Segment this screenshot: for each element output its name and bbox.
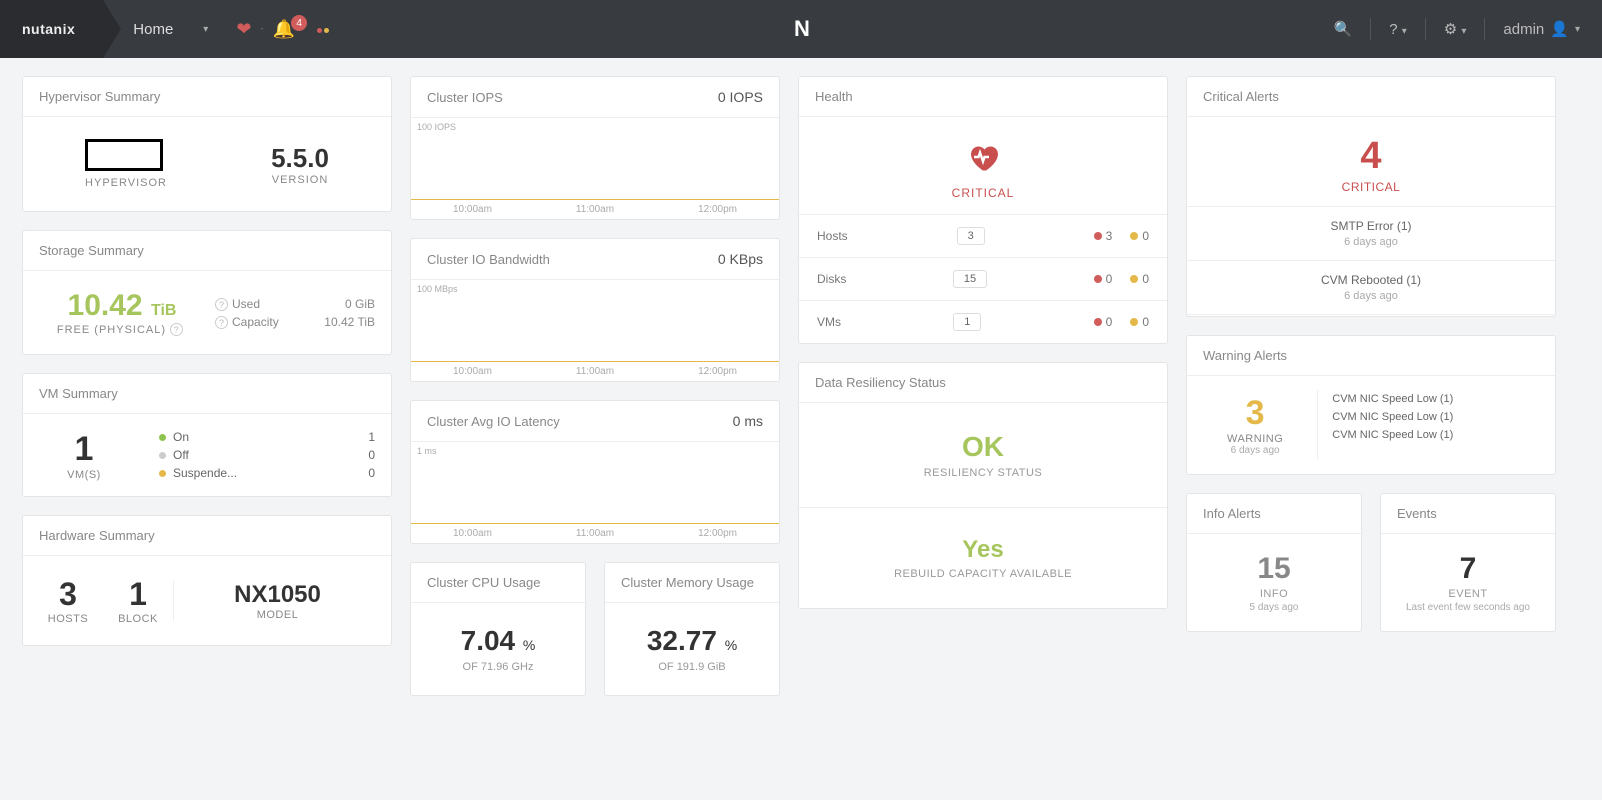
alert-item[interactable]: CVM Rebooted (1)6 days ago [1187,260,1555,314]
capacity-value: 10.42 TiB [324,315,375,329]
right-tools: 🔍 ? ▾ ⚙ ▾ admin 👤 ▾ [1334,18,1602,40]
hosts-count: 3 [33,576,103,613]
resiliency-ok: OK [809,431,1157,463]
user-menu[interactable]: admin 👤 ▾ [1503,20,1580,38]
latency-chart: 1 ms [411,442,779,524]
cluster-iops-card[interactable]: Cluster IOPS 0 IOPS 100 IOPS 10:00am11:00… [410,76,780,220]
iops-chart: 100 IOPS [411,118,779,200]
nutanix-logo-icon: N [794,16,808,42]
card-title: Cluster CPU Usage [427,575,540,590]
help-menu[interactable]: ? ▾ [1389,21,1407,38]
card-title: Data Resiliency Status [815,375,946,390]
health-heart-icon[interactable]: ❤ [236,19,251,40]
card-title: Cluster Memory Usage [621,575,754,590]
latency-value: 0 ms [733,413,763,429]
alert-item[interactable]: CVM Rebooted (1) [1187,314,1555,316]
user-label: admin [1503,21,1544,38]
used-value: 0 GiB [345,297,375,311]
info-alerts-card[interactable]: Info Alerts 15 INFO 5 days ago [1186,493,1362,632]
hypervisor-label: HYPERVISOR [85,177,167,189]
iobw-chart: 100 MBps [411,280,779,362]
hypervisor-box-icon [85,139,163,171]
iops-value: 0 IOPS [718,89,763,105]
warning-alerts-card[interactable]: Warning Alerts 3 WARNING 6 days ago CVM … [1186,335,1556,475]
disks-pill: 15 [953,270,987,288]
hardware-summary-card[interactable]: Hardware Summary 3 HOSTS 1 BLOCK NX1050 … [22,515,392,646]
health-disks-row[interactable]: Disks 15 00 [799,257,1167,300]
mem-sub: OF 191.9 GiB [615,661,769,673]
vm-suspended-row: Suspende...0 [159,464,375,482]
card-title: Cluster IO Bandwidth [427,252,550,267]
events-card[interactable]: Events 7 EVENT Last event few seconds ag… [1380,493,1556,632]
vm-summary-card[interactable]: VM Summary 1 VM(S) On1 Off0 Suspende...0 [22,373,392,497]
memory-usage-card[interactable]: Cluster Memory Usage 32.77 % OF 191.9 Gi… [604,562,780,696]
cpu-sub: OF 71.96 GHz [421,661,575,673]
version-label: VERSION [271,174,329,186]
card-title: Critical Alerts [1203,89,1279,104]
iobw-value: 0 KBps [718,251,763,267]
health-hosts-row[interactable]: Hosts 3 30 [799,214,1167,257]
storage-summary-card[interactable]: Storage Summary 10.42 TiB FREE (PHYSICAL… [22,230,392,355]
free-storage-label: FREE (PHYSICAL) ? [39,323,205,336]
chart-axis: 10:00am11:00am12:00pm [411,362,779,381]
rebuild-yes: Yes [809,536,1157,564]
chevron-down-icon: ▾ [203,24,208,35]
alerts-bell[interactable]: 🔔 4 [273,19,307,40]
warning-count: 3 [1227,394,1283,433]
cpu-usage-card[interactable]: Cluster CPU Usage 7.04 % OF 71.96 GHz [410,562,586,696]
cpu-value: 7.04 % [421,625,575,657]
card-title: Warning Alerts [1203,348,1287,363]
card-title: Events [1397,506,1437,521]
vm-count-label: VM(S) [39,469,129,481]
top-bar: nutanix Home ▾ ❤ · 🔔 4 N 🔍 ? ▾ ⚙ ▾ admin… [0,0,1602,58]
card-title: Storage Summary [39,243,144,258]
card-title: VM Summary [39,386,118,401]
hosts-pill: 3 [957,227,985,245]
nav-selector[interactable]: Home ▾ [133,21,208,38]
hypervisor-summary-card[interactable]: Hypervisor Summary HYPERVISOR 5.5.0 VERS… [22,76,392,212]
card-title: Cluster IOPS [427,90,503,105]
critical-alerts-card[interactable]: Critical Alerts 4 CRITICAL SMTP Error (1… [1186,76,1556,317]
card-title: Hypervisor Summary [39,89,160,104]
info-count: 15 [1197,552,1351,586]
free-storage-value: 10.42 TiB [39,289,205,323]
settings-menu[interactable]: ⚙ ▾ [1444,20,1467,38]
mem-value: 32.77 % [615,625,769,657]
brand-area: nutanix [0,0,103,58]
events-count: 7 [1391,552,1545,586]
health-status: CRITICAL [809,186,1157,200]
chart-axis: 10:00am11:00am12:00pm [411,200,779,219]
critical-count: 4 [1187,135,1555,178]
blocks-count: 1 [103,576,173,613]
vm-off-row: Off0 [159,446,375,464]
chevron-down-icon: ▾ [1575,24,1580,35]
alert-badge: 4 [291,15,307,31]
resiliency-card[interactable]: Data Resiliency Status OK RESILIENCY STA… [798,362,1168,609]
card-title: Cluster Avg IO Latency [427,414,560,429]
heart-pulse-icon [963,139,1003,175]
search-icon[interactable]: 🔍 [1334,20,1353,38]
card-title: Hardware Summary [39,528,155,543]
vm-count: 1 [39,430,129,469]
nav-label: Home [133,21,173,38]
user-icon: 👤 [1550,20,1569,38]
card-title: Health [815,89,853,104]
warning-list: CVM NIC Speed Low (1) CVM NIC Speed Low … [1317,390,1541,460]
cluster-iobw-card[interactable]: Cluster IO Bandwidth 0 KBps 100 MBps 10:0… [410,238,780,382]
cluster-latency-card[interactable]: Cluster Avg IO Latency 0 ms 1 ms 10:00am1… [410,400,780,544]
status-icons: ❤ · 🔔 4 [236,19,329,40]
health-vms-row[interactable]: VMs 1 00 [799,300,1167,343]
version-value: 5.5.0 [271,143,329,174]
dashboard: Hypervisor Summary HYPERVISOR 5.5.0 VERS… [0,58,1602,714]
vm-on-row: On1 [159,428,375,446]
chart-axis: 10:00am11:00am12:00pm [411,524,779,543]
health-card[interactable]: Health CRITICAL Hosts 3 30 Disks 15 00 V… [798,76,1168,344]
card-title: Info Alerts [1203,506,1261,521]
status-dots [315,20,329,38]
vms-pill: 1 [953,313,981,331]
brand-label: nutanix [0,21,93,37]
alert-item[interactable]: SMTP Error (1)6 days ago [1187,206,1555,260]
model-value: NX1050 [174,581,381,609]
